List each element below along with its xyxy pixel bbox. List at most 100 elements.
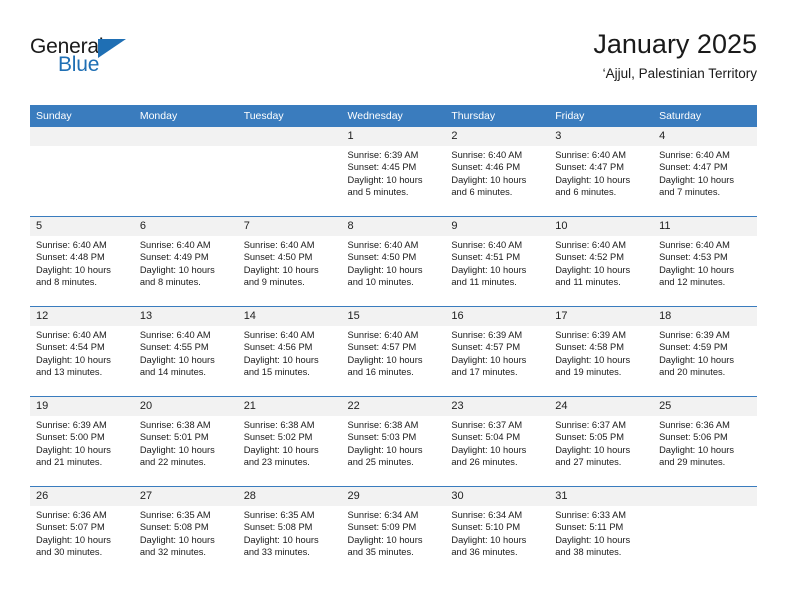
calendar-day-cell[interactable]: 23 Sunrise: 6:37 AM Sunset: 5:04 PM Dayligh… xyxy=(445,396,550,487)
day-number: 5 xyxy=(30,217,134,236)
day-number: 10 xyxy=(549,217,654,236)
calendar-day-cell[interactable]: 27 Sunrise: 6:35 AM Sunset: 5:08 PM Dayligh… xyxy=(133,486,238,576)
calendar-day-cell[interactable]: 31 Sunrise: 6:33 AM Sunset: 5:11 PM Dayligh… xyxy=(549,486,654,576)
day-details: Sunrise: 6:35 AM Sunset: 5:08 PM Daylight:… xyxy=(238,506,342,558)
calendar-day-cell[interactable]: 5 Sunrise: 6:40 AM Sunset: 4:48 PM Daylight… xyxy=(30,216,134,307)
day-cell-inner: 2 Sunrise: 6:40 AM Sunset: 4:46 PM Daylight… xyxy=(445,127,550,216)
calendar-day-cell[interactable]: 9 Sunrise: 6:40 AM Sunset: 4:51 PM Daylight… xyxy=(445,216,550,307)
day-details: Sunrise: 6:39 AM Sunset: 4:59 PM Daylight:… xyxy=(653,326,757,378)
calendar-day-cell[interactable]: 26 Sunrise: 6:36 AM Sunset: 5:07 PM Dayligh… xyxy=(30,486,134,576)
day-number: 22 xyxy=(341,397,446,416)
daylight-text: Daylight: 10 hours and 14 minutes. xyxy=(139,354,215,377)
daylight-text: Daylight: 10 hours and 33 minutes. xyxy=(243,534,319,557)
calendar-day-cell[interactable]: 7 Sunrise: 6:40 AM Sunset: 4:50 PM Daylight… xyxy=(237,216,342,307)
day-details: Sunrise: 6:40 AM Sunset: 4:51 PM Daylight:… xyxy=(445,236,549,288)
sunrise-text: Sunrise: 6:35 AM xyxy=(243,510,315,520)
calendar-day-cell[interactable]: 29 Sunrise: 6:34 AM Sunset: 5:09 PM Dayligh… xyxy=(341,486,446,576)
logo-triangle-icon xyxy=(98,39,126,58)
day-number: 31 xyxy=(549,487,654,506)
calendar-day-cell-empty xyxy=(30,127,134,217)
day-number: 24 xyxy=(549,397,654,416)
sunset-text: Sunset: 4:50 PM xyxy=(347,252,417,263)
sunrise-text: Sunrise: 6:40 AM xyxy=(555,240,627,250)
general-blue-logo: General Blue xyxy=(30,36,180,84)
day-cell-inner xyxy=(237,127,342,216)
daylight-text: Daylight: 10 hours and 8 minutes. xyxy=(139,264,215,287)
sunset-text: Sunset: 4:54 PM xyxy=(36,342,105,353)
day-cell-inner: 9 Sunrise: 6:40 AM Sunset: 4:51 PM Daylight… xyxy=(445,217,550,306)
day-details: Sunrise: 6:40 AM Sunset: 4:56 PM Daylight:… xyxy=(238,326,342,378)
calendar-day-cell[interactable]: 10 Sunrise: 6:40 AM Sunset: 4:52 PM Dayligh… xyxy=(549,216,654,307)
day-number: 30 xyxy=(445,487,550,506)
daylight-text: Daylight: 10 hours and 21 minutes. xyxy=(36,444,111,467)
day-number xyxy=(653,487,757,506)
day-number xyxy=(133,127,238,146)
day-cell-inner: 24 Sunrise: 6:37 AM Sunset: 5:05 PM Dayligh… xyxy=(549,397,654,486)
day-cell-inner: 1 Sunrise: 6:39 AM Sunset: 4:45 PM Daylight… xyxy=(341,127,446,216)
calendar-week-row: 12 Sunrise: 6:40 AM Sunset: 4:54 PM Dayligh… xyxy=(30,306,757,397)
day-number: 20 xyxy=(133,397,238,416)
calendar-day-cell[interactable]: 15 Sunrise: 6:40 AM Sunset: 4:57 PM Dayligh… xyxy=(341,306,446,397)
sunrise-text: Sunrise: 6:40 AM xyxy=(451,150,523,160)
sunrise-text: Sunrise: 6:40 AM xyxy=(243,330,315,340)
sunrise-text: Sunrise: 6:39 AM xyxy=(451,330,523,340)
daylight-text: Daylight: 10 hours and 23 minutes. xyxy=(243,444,319,467)
calendar-day-cell[interactable]: 8 Sunrise: 6:40 AM Sunset: 4:50 PM Daylight… xyxy=(341,216,446,307)
calendar-day-cell[interactable]: 20 Sunrise: 6:38 AM Sunset: 5:01 PM Dayligh… xyxy=(133,396,238,487)
daylight-text: Daylight: 10 hours and 11 minutes. xyxy=(451,264,527,287)
calendar-day-cell[interactable]: 28 Sunrise: 6:35 AM Sunset: 5:08 PM Dayligh… xyxy=(237,486,342,576)
day-number xyxy=(30,127,134,146)
day-cell-inner: 26 Sunrise: 6:36 AM Sunset: 5:07 PM Dayligh… xyxy=(30,487,134,576)
day-number: 25 xyxy=(653,397,757,416)
calendar-day-cell[interactable]: 4 Sunrise: 6:40 AM Sunset: 4:47 PM Daylight… xyxy=(653,127,757,217)
weekday-header-saturday: Saturday xyxy=(653,105,757,127)
sunset-text: Sunset: 5:11 PM xyxy=(555,522,624,533)
day-details: Sunrise: 6:34 AM Sunset: 5:09 PM Daylight:… xyxy=(342,506,446,558)
daylight-text: Daylight: 10 hours and 20 minutes. xyxy=(659,354,734,377)
day-details: Sunrise: 6:40 AM Sunset: 4:49 PM Daylight:… xyxy=(134,236,238,288)
weekday-headers: Sunday Monday Tuesday Wednesday Thursday Frid… xyxy=(30,105,757,127)
calendar-day-cell[interactable]: 21 Sunrise: 6:38 AM Sunset: 5:02 PM Dayligh… xyxy=(237,396,342,487)
calendar-day-cell[interactable]: 18 Sunrise: 6:39 AM Sunset: 4:59 PM Dayligh… xyxy=(653,306,757,397)
daylight-text: Daylight: 10 hours and 16 minutes. xyxy=(347,354,423,377)
day-number: 21 xyxy=(237,397,342,416)
day-details: Sunrise: 6:39 AM Sunset: 4:57 PM Daylight:… xyxy=(445,326,549,378)
calendar-day-cell[interactable]: 30 Sunrise: 6:34 AM Sunset: 5:10 PM Dayligh… xyxy=(445,486,550,576)
day-number: 12 xyxy=(30,307,134,326)
sunset-text: Sunset: 5:05 PM xyxy=(555,432,624,443)
calendar-day-cell[interactable]: 17 Sunrise: 6:39 AM Sunset: 4:58 PM Dayligh… xyxy=(549,306,654,397)
calendar-day-cell[interactable]: 6 Sunrise: 6:40 AM Sunset: 4:49 PM Daylight… xyxy=(133,216,238,307)
sunrise-text: Sunrise: 6:39 AM xyxy=(36,420,107,430)
calendar-day-cell[interactable]: 16 Sunrise: 6:39 AM Sunset: 4:57 PM Dayligh… xyxy=(445,306,550,397)
sunset-text: Sunset: 4:50 PM xyxy=(243,252,313,263)
day-details: Sunrise: 6:40 AM Sunset: 4:57 PM Daylight:… xyxy=(342,326,446,378)
calendar-day-cell[interactable]: 13 Sunrise: 6:40 AM Sunset: 4:55 PM Dayligh… xyxy=(133,306,238,397)
calendar-day-cell[interactable]: 19 Sunrise: 6:39 AM Sunset: 5:00 PM Dayligh… xyxy=(30,396,134,487)
calendar-day-cell[interactable]: 24 Sunrise: 6:37 AM Sunset: 5:05 PM Dayligh… xyxy=(549,396,654,487)
calendar-day-cell[interactable]: 22 Sunrise: 6:38 AM Sunset: 5:03 PM Dayligh… xyxy=(341,396,446,487)
sunrise-text: Sunrise: 6:40 AM xyxy=(139,330,211,340)
calendar-day-cell[interactable]: 1 Sunrise: 6:39 AM Sunset: 4:45 PM Daylight… xyxy=(341,127,446,217)
calendar-day-cell[interactable]: 12 Sunrise: 6:40 AM Sunset: 4:54 PM Dayligh… xyxy=(30,306,134,397)
calendar-day-cell[interactable]: 14 Sunrise: 6:40 AM Sunset: 4:56 PM Dayligh… xyxy=(237,306,342,397)
sunrise-text: Sunrise: 6:36 AM xyxy=(36,510,107,520)
daylight-text: Daylight: 10 hours and 6 minutes. xyxy=(451,174,527,197)
calendar-day-cell[interactable]: 11 Sunrise: 6:40 AM Sunset: 4:53 PM Dayligh… xyxy=(653,216,757,307)
day-details: Sunrise: 6:37 AM Sunset: 5:04 PM Daylight:… xyxy=(445,416,549,468)
sunrise-text: Sunrise: 6:40 AM xyxy=(659,240,730,250)
day-details: Sunrise: 6:35 AM Sunset: 5:08 PM Daylight:… xyxy=(134,506,238,558)
sunset-text: Sunset: 4:58 PM xyxy=(555,342,624,353)
day-details: Sunrise: 6:38 AM Sunset: 5:03 PM Daylight:… xyxy=(342,416,446,468)
calendar-day-cell[interactable]: 2 Sunrise: 6:40 AM Sunset: 4:46 PM Daylight… xyxy=(445,127,550,217)
day-details: Sunrise: 6:40 AM Sunset: 4:46 PM Daylight:… xyxy=(445,146,549,198)
calendar-day-cell[interactable]: 25 Sunrise: 6:36 AM Sunset: 5:06 PM Dayligh… xyxy=(653,396,757,487)
day-details: Sunrise: 6:40 AM Sunset: 4:47 PM Daylight:… xyxy=(549,146,653,198)
day-cell-inner: 14 Sunrise: 6:40 AM Sunset: 4:56 PM Dayligh… xyxy=(237,307,342,396)
calendar-day-cell[interactable]: 3 Sunrise: 6:40 AM Sunset: 4:47 PM Daylight… xyxy=(549,127,654,217)
sunset-text: Sunset: 4:47 PM xyxy=(555,162,624,173)
day-number: 18 xyxy=(653,307,757,326)
sunset-text: Sunset: 5:08 PM xyxy=(139,522,209,533)
day-cell-inner: 16 Sunrise: 6:39 AM Sunset: 4:57 PM Dayligh… xyxy=(445,307,550,396)
sunset-text: Sunset: 4:57 PM xyxy=(347,342,417,353)
daylight-text: Daylight: 10 hours and 9 minutes. xyxy=(243,264,319,287)
